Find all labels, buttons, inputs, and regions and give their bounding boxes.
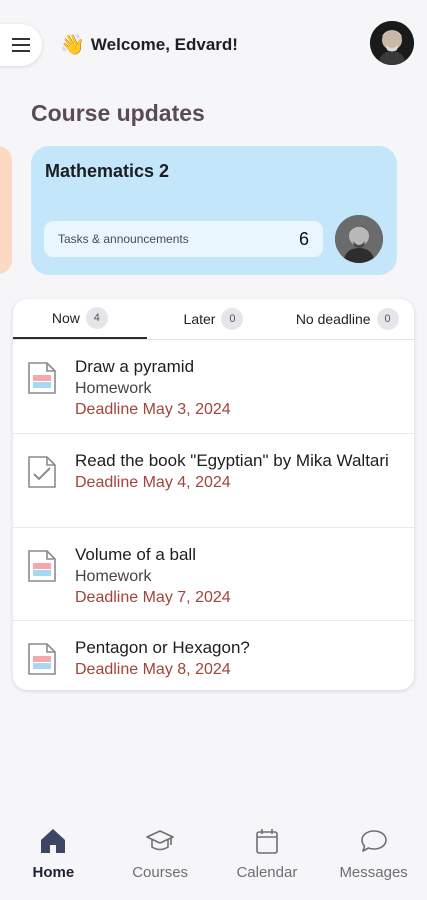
nav-label: Courses xyxy=(132,864,189,881)
welcome-text: Welcome, Edvard! xyxy=(90,34,238,54)
graduation-cap-icon xyxy=(146,830,174,851)
task-title: Pentagon or Hexagon? xyxy=(75,638,250,657)
tab-label: No deadline xyxy=(295,311,371,327)
task-title: Read the book "Egyptian" by Mika Waltari xyxy=(75,451,389,470)
task-list-card: Now 4 Later 0 No deadline 0 Draw a pyram… xyxy=(13,299,414,690)
task-item[interactable]: Draw a pyramid Homework Deadline May 3, … xyxy=(13,340,414,434)
task-deadline: Deadline May 7, 2024 xyxy=(75,589,231,606)
chat-bubble-icon xyxy=(360,830,387,852)
task-item[interactable]: Pentagon or Hexagon? Deadline May 8, 202… xyxy=(13,621,414,690)
course-name: Mathematics 2 xyxy=(45,161,170,181)
tab-later[interactable]: Later 0 xyxy=(147,299,281,339)
tab-label: Now xyxy=(51,310,80,326)
user-portrait-icon xyxy=(370,21,414,65)
assignment-doc-icon xyxy=(28,362,56,394)
task-deadline: Deadline May 8, 2024 xyxy=(75,661,231,678)
course-card[interactable]: Mathematics 2 Tasks & announcements 6 xyxy=(31,146,397,275)
task-deadline: Deadline May 3, 2024 xyxy=(75,401,231,418)
nav-label: Calendar xyxy=(236,864,298,881)
tasks-count: 6 xyxy=(298,228,309,249)
calendar-icon xyxy=(256,829,278,854)
deadline-tabs: Now 4 Later 0 No deadline 0 xyxy=(13,299,414,340)
task-item[interactable]: Volume of a ball Homework Deadline May 7… xyxy=(13,528,414,621)
section-title: Course updates xyxy=(31,100,205,126)
nav-label: Home xyxy=(32,864,75,881)
home-icon xyxy=(41,829,66,853)
task-title: Volume of a ball xyxy=(75,545,196,564)
nav-calendar[interactable]: Calendar xyxy=(214,818,321,900)
tab-count-badge: 4 xyxy=(85,307,108,329)
task-deadline: Deadline May 4, 2024 xyxy=(75,474,231,491)
assignment-doc-icon xyxy=(28,643,56,675)
checklist-doc-icon xyxy=(28,456,56,488)
teacher-avatar xyxy=(335,215,383,263)
tab-label: Later xyxy=(183,311,216,327)
tab-now[interactable]: Now 4 xyxy=(13,299,147,339)
tasks-label: Tasks & announcements xyxy=(58,232,189,246)
task-item[interactable]: Read the book "Egyptian" by Mika Waltari… xyxy=(13,434,414,528)
menu-button[interactable] xyxy=(0,24,42,66)
task-type: Homework xyxy=(75,380,152,397)
bottom-navigation: Home Courses Calendar Messages xyxy=(0,818,427,900)
hamburger-menu-icon xyxy=(12,38,30,52)
nav-label: Messages xyxy=(339,864,408,881)
previous-course-card[interactable] xyxy=(0,146,12,274)
task-title: Draw a pyramid xyxy=(75,357,195,376)
user-avatar[interactable] xyxy=(370,21,414,65)
welcome-greeting: 👋 Welcome, Edvard! xyxy=(60,32,238,57)
nav-messages[interactable]: Messages xyxy=(320,818,427,900)
tab-count-badge: 0 xyxy=(376,308,399,330)
tasks-announcements-box[interactable]: Tasks & announcements 6 xyxy=(44,221,323,257)
nav-home[interactable]: Home xyxy=(0,818,107,900)
teacher-portrait-icon xyxy=(335,215,383,263)
tab-no-deadline[interactable]: No deadline 0 xyxy=(280,299,414,339)
assignment-doc-icon xyxy=(28,550,56,582)
waving-hand-icon: 👋 xyxy=(60,34,85,56)
tab-count-badge: 0 xyxy=(221,308,244,330)
nav-courses[interactable]: Courses xyxy=(107,818,214,900)
task-type: Homework xyxy=(75,568,152,585)
